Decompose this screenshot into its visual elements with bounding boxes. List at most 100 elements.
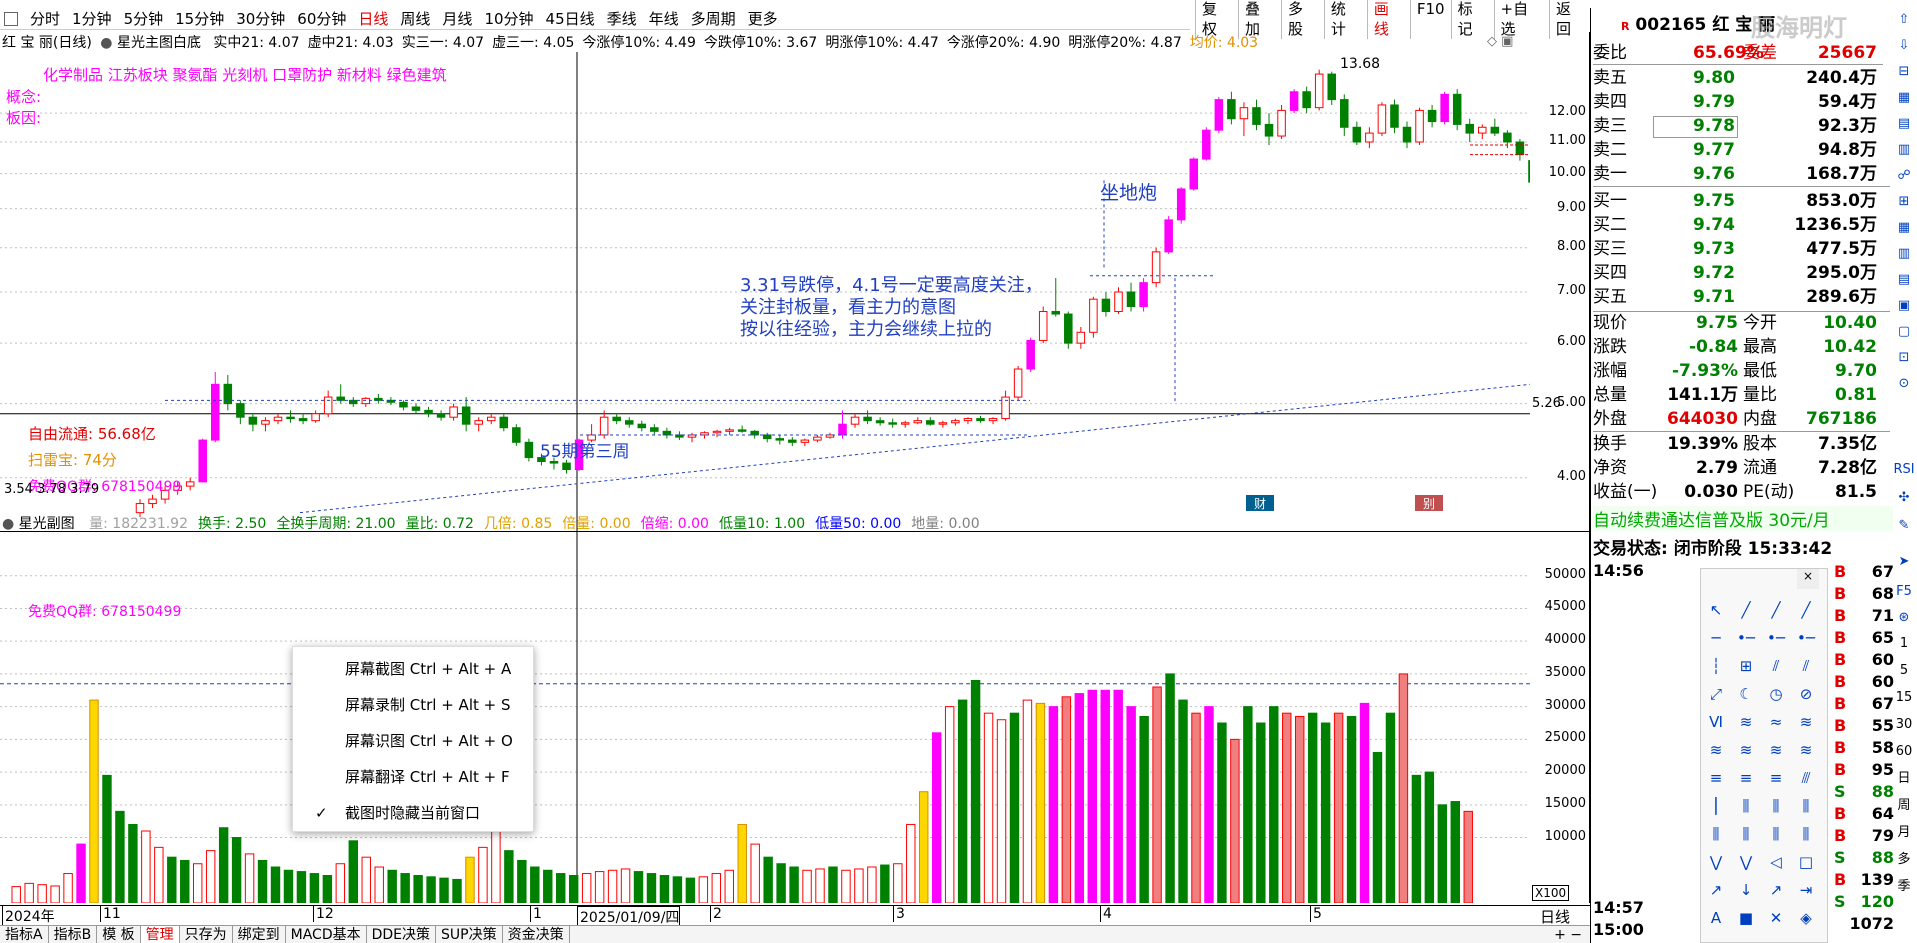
order-book-row[interactable]: 卖二 9.77 94.8万: [1593, 139, 1883, 162]
move-icon[interactable]: ✣: [1891, 486, 1917, 510]
drawing-tool-icon[interactable]: ≈: [1765, 711, 1787, 733]
drawing-tool-icon[interactable]: ⫽: [1765, 655, 1787, 677]
drawing-tool-icon[interactable]: ◈: [1795, 907, 1817, 929]
order-book-row[interactable]: 卖一 9.76 168.7万: [1593, 163, 1883, 186]
period-14[interactable]: 更多: [742, 9, 784, 29]
drawing-tool-icon[interactable]: ↗: [1705, 879, 1727, 901]
bottom-tab-5[interactable]: 绑定到: [233, 925, 286, 943]
side-tool-icon[interactable]: ▦: [1891, 216, 1917, 240]
side-period-4[interactable]: 60: [1891, 740, 1917, 764]
period-7[interactable]: 周线: [394, 9, 436, 29]
drawing-tool-icon[interactable]: ╱: [1795, 599, 1817, 621]
zoom-controls[interactable]: + −: [1546, 927, 1590, 943]
order-book-row[interactable]: 卖三 9.78 92.3万: [1593, 115, 1883, 138]
badge-bie[interactable]: 别: [1415, 495, 1443, 511]
side-tool-icon[interactable]: ▥: [1891, 242, 1917, 266]
side-tool-icon[interactable]: ⇧: [1891, 8, 1917, 32]
side-tool-icon[interactable]: ⊙: [1891, 372, 1917, 396]
period-5[interactable]: 60分钟: [291, 9, 352, 29]
drawing-tool-icon[interactable]: ■: [1735, 907, 1757, 929]
order-book-row[interactable]: 买一 9.75 853.0万: [1593, 190, 1883, 213]
order-book-row[interactable]: 买三 9.73 477.5万: [1593, 238, 1883, 261]
side-period-7[interactable]: 月: [1891, 821, 1917, 845]
window-menu-icon[interactable]: [4, 11, 18, 26]
drawing-tool-icon[interactable]: ⎮: [1705, 795, 1727, 817]
period-8[interactable]: 月线: [436, 9, 478, 29]
side-period-5[interactable]: 日: [1891, 767, 1917, 791]
period-13[interactable]: 多周期: [685, 9, 742, 29]
side-period-0[interactable]: 1: [1891, 632, 1917, 656]
drawing-tool-icon[interactable]: ☾: [1735, 683, 1757, 705]
bottom-tab-7[interactable]: DDE决策: [367, 925, 437, 943]
side-period-1[interactable]: 5: [1891, 659, 1917, 683]
bottom-tab-3[interactable]: 管理: [140, 925, 180, 943]
side-tool-icon[interactable]: ▤: [1891, 112, 1917, 136]
menu-item-1[interactable]: 屏幕录制 Ctrl + Alt + S: [293, 687, 533, 723]
drawing-tool-icon[interactable]: •─: [1735, 627, 1757, 649]
drawing-tool-icon[interactable]: ≡: [1735, 767, 1757, 789]
drawing-tool-icon[interactable]: ↓: [1735, 879, 1757, 901]
menu-item-3[interactable]: 屏幕翻译 Ctrl + Alt + F: [293, 759, 533, 795]
drawing-tool-icon[interactable]: •─: [1795, 627, 1817, 649]
side-tool-icon[interactable]: ▥: [1891, 138, 1917, 162]
period-label[interactable]: 日线: [1540, 906, 1570, 927]
period-3[interactable]: 15分钟: [169, 9, 230, 29]
drawing-tool-icon[interactable]: ╱: [1765, 599, 1787, 621]
drawing-tool-icon[interactable]: •─: [1765, 627, 1787, 649]
f5-icon[interactable]: F5: [1891, 580, 1917, 604]
bottom-tab-9[interactable]: 资金决策: [503, 925, 570, 943]
side-tool-icon[interactable]: ▣: [1891, 294, 1917, 318]
side-period-9[interactable]: 季: [1891, 875, 1917, 899]
order-book-row[interactable]: 卖五 9.80 240.4万: [1593, 67, 1883, 90]
drawing-tool-icon[interactable]: ↖: [1705, 599, 1727, 621]
drawing-tool-icon[interactable]: Ⅵ: [1705, 711, 1727, 733]
drawing-tool-icon[interactable]: ⫽: [1795, 655, 1817, 677]
drawing-tool-icon[interactable]: ⊘: [1795, 683, 1817, 705]
arrow-icon[interactable]: ➤: [1891, 550, 1917, 574]
drawing-tool-icon[interactable]: ≋: [1795, 711, 1817, 733]
menu-item-0[interactable]: 屏幕截图 Ctrl + Alt + A: [293, 651, 533, 687]
drawing-tool-icon[interactable]: ╱: [1735, 599, 1757, 621]
period-2[interactable]: 5分钟: [118, 9, 170, 29]
period-11[interactable]: 季线: [601, 9, 643, 29]
order-book-row[interactable]: 买四 9.72 295.0万: [1593, 262, 1883, 285]
side-tool-icon[interactable]: ▦: [1891, 86, 1917, 110]
drawing-tool-icon[interactable]: ⫼: [1765, 823, 1787, 845]
bottom-tab-2[interactable]: 模 板: [97, 925, 141, 943]
bottom-tab-6[interactable]: MACD基本: [286, 925, 367, 943]
drawing-tool-icon[interactable]: ↗: [1765, 879, 1787, 901]
drawing-tool-icon[interactable]: □: [1795, 851, 1817, 873]
drawing-tool-icon[interactable]: ⫻: [1795, 767, 1817, 789]
drawing-tool-icon[interactable]: ⋁: [1705, 851, 1727, 873]
drawing-tool-icon[interactable]: ─: [1705, 627, 1727, 649]
drawing-tool-icon[interactable]: ⤢: [1705, 683, 1727, 705]
side-tool-icon[interactable]: ⊡: [1891, 346, 1917, 370]
drawing-tool-icon[interactable]: ◁: [1765, 851, 1787, 873]
order-book-row[interactable]: 卖四 9.79 59.4万: [1593, 91, 1883, 114]
period-1[interactable]: 1分钟: [66, 9, 118, 29]
drawing-tool-icon[interactable]: ≋: [1705, 739, 1727, 761]
bottom-tab-4[interactable]: 只存为: [180, 925, 233, 943]
drawing-tool-icon[interactable]: ≡: [1765, 767, 1787, 789]
badge-cai[interactable]: 财: [1246, 495, 1274, 511]
period-9[interactable]: 10分钟: [478, 9, 539, 29]
selected-price-box[interactable]: [1653, 116, 1738, 138]
share-icon[interactable]: ⊛: [1891, 606, 1917, 630]
side-tool-icon[interactable]: ☍: [1891, 164, 1917, 188]
drawing-tool-icon[interactable]: ≡: [1705, 767, 1727, 789]
drawing-tool-icon[interactable]: ⊞: [1735, 655, 1757, 677]
drawing-tool-icon[interactable]: ⫼: [1735, 823, 1757, 845]
drawing-tool-icon[interactable]: ⫼: [1705, 823, 1727, 845]
drawing-tool-icon[interactable]: ⫼: [1735, 795, 1757, 817]
period-6[interactable]: 日线: [352, 9, 394, 29]
side-period-6[interactable]: 周: [1891, 794, 1917, 818]
bottom-tab-8[interactable]: SUP决策: [436, 925, 503, 943]
side-tool-icon[interactable]: ⊞: [1891, 190, 1917, 214]
period-12[interactable]: 年线: [643, 9, 685, 29]
drawing-tool-icon[interactable]: ≋: [1795, 739, 1817, 761]
order-book-row[interactable]: 买二 9.74 1236.5万: [1593, 214, 1883, 237]
drawing-tool-icon[interactable]: A: [1705, 907, 1727, 929]
pencil-icon[interactable]: ✎: [1891, 514, 1917, 538]
promo-text[interactable]: 自动续费通达信普及版 30元/月: [1593, 506, 1893, 531]
menu-item-4[interactable]: ✓ 截图时隐藏当前窗口: [293, 795, 533, 831]
